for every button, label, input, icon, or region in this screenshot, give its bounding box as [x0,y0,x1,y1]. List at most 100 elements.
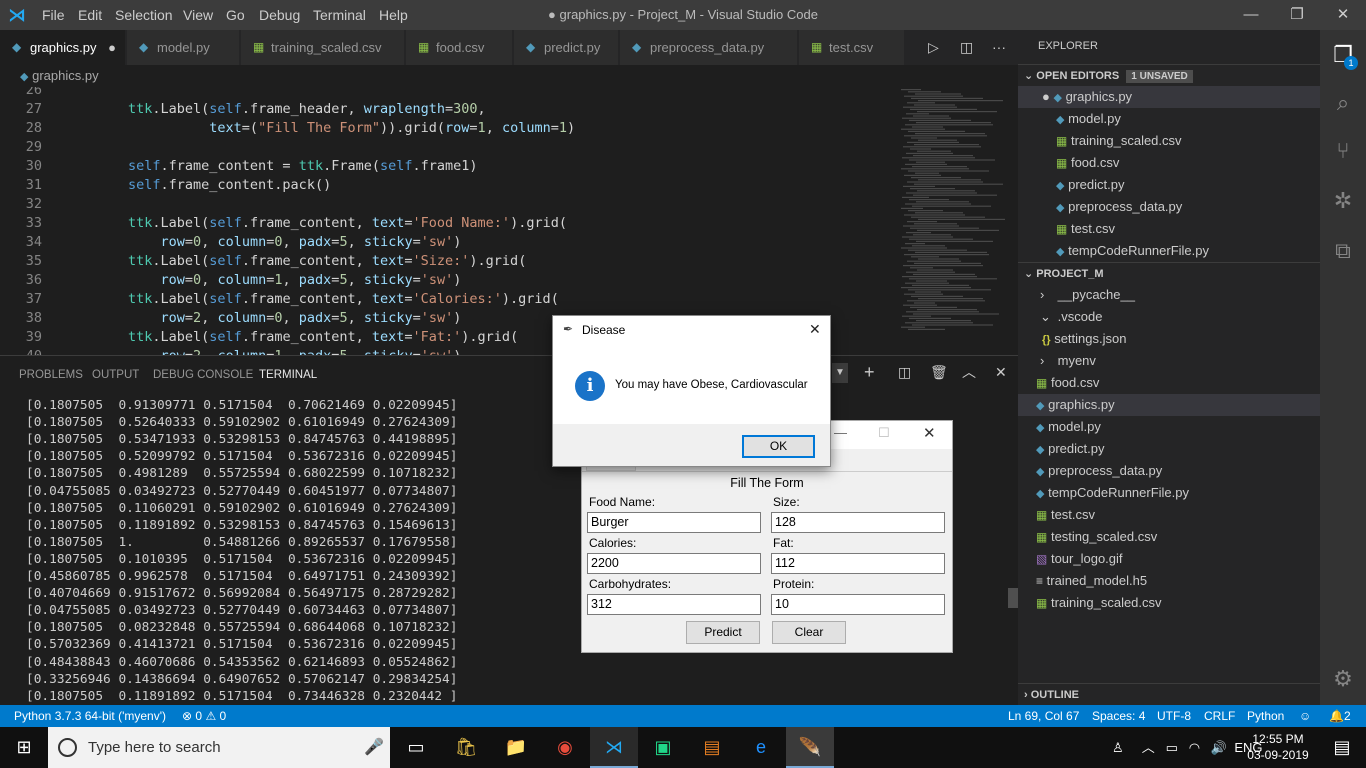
menu-selection[interactable]: Selection [115,0,173,30]
cursor-position[interactable]: Ln 69, Col 67 [1008,705,1079,727]
task-view-icon[interactable]: ▭ [392,727,440,768]
close-panel-icon[interactable]: ✕ [995,364,1007,381]
menu-terminal[interactable]: Terminal [313,0,366,30]
open-editor-preprocess_data-py[interactable]: ◆ preprocess_data.py [1018,196,1320,218]
code-line[interactable]: row=0, column=1, padx=5, sticky='sw') [128,272,462,288]
breadcrumb[interactable]: ◆ graphics.py [0,65,1018,87]
tree-item-testing_scaled-csv[interactable]: ▦ testing_scaled.csv [1018,526,1320,548]
trash-icon[interactable]: 🗑 [930,364,948,381]
clock[interactable]: 12:55 PM 03-09-2019 [1244,731,1312,763]
tree-item-trained_model-h5[interactable]: ≡ trained_model.h5 [1018,570,1320,592]
people-icon[interactable]: ♙ [1112,740,1124,755]
code-line[interactable]: ttk.Label(self.frame_content, text='Size… [128,253,526,269]
tree-item-settings-json[interactable]: {} settings.json [1018,328,1320,350]
open-editor-tempCodeRunnerFile-py[interactable]: ◆ tempCodeRunnerFile.py [1018,240,1320,262]
tree-item-test-csv[interactable]: ▦ test.csv [1018,504,1320,526]
problems-indicator[interactable]: ⊗ 0 ⚠ 0 [182,705,226,727]
action-center-icon[interactable]: ▤ [1318,727,1366,768]
battery-icon[interactable]: ▭ [1166,740,1178,755]
open-editor-graphics-py[interactable]: ● ◆ graphics.py [1018,86,1320,108]
code-line[interactable]: row=2, column=1, padx=5, sticky='sw') [128,348,462,355]
unsaved-dot-icon[interactable]: ● [104,40,116,55]
source-control-icon[interactable]: ⑂ [1320,128,1366,174]
tab-graphics-py[interactable]: ◆ graphics.py ● [0,30,126,65]
tab-model-py[interactable]: ◆ model.py [127,30,240,65]
encoding[interactable]: UTF-8 [1157,705,1191,727]
debug-icon[interactable]: ✲ [1320,178,1366,224]
minimize-button[interactable]: — [1228,0,1274,30]
split-editor-icon[interactable]: ◫ [960,30,973,65]
feedback-smiley-icon[interactable]: ☺ [1299,705,1311,727]
open-editor-predict-py[interactable]: ◆ predict.py [1018,174,1320,196]
ok-button[interactable]: OK [742,435,815,458]
file-explorer-icon[interactable]: 📁 [492,727,540,768]
menu-go[interactable]: Go [226,0,245,30]
more-actions-icon[interactable]: ··· [992,30,1006,65]
size-input[interactable]: 128 [771,512,945,533]
code-line[interactable]: self.frame_content = ttk.Frame(self.fram… [128,158,478,174]
tree-item-preprocess_data-py[interactable]: ◆ preprocess_data.py [1018,460,1320,482]
unsaved-dot-icon[interactable]: ● [1042,89,1050,104]
tree-item-food-csv[interactable]: ▦ food.csv [1018,372,1320,394]
form-minimize-button[interactable]: — [834,425,847,440]
form-maximize-button[interactable]: ☐ [878,425,890,441]
new-terminal-icon[interactable]: + [864,362,875,383]
tree-item-myenv[interactable]: › myenv [1018,350,1320,372]
code-line[interactable]: row=0, column=0, padx=5, sticky='sw') [128,234,462,250]
explorer-icon[interactable]: ❐ [1320,32,1366,78]
windows-start-icon[interactable]: ⊞ [0,727,48,768]
terminal-scrollbar[interactable] [1008,588,1018,608]
open-editors-header[interactable]: ⌄ OPEN EDITORS 1 UNSAVED [1018,64,1320,86]
split-terminal-icon[interactable]: ◫ [898,364,911,381]
code-line[interactable]: ttk.Label(self.frame_content, text='Fat:… [128,329,518,345]
tree-item-model-py[interactable]: ◆ model.py [1018,416,1320,438]
search-icon[interactable]: ⌕ [1320,80,1366,126]
open-editor-test-csv[interactable]: ▦ test.csv [1018,218,1320,240]
panel-tab-output[interactable]: OUTPUT [92,356,139,394]
code-line[interactable]: ttk.Label(self.frame_content, text='Food… [128,215,567,231]
wifi-icon[interactable]: ◠ [1189,740,1200,755]
open-editor-training_scaled-csv[interactable]: ▦ training_scaled.csv [1018,130,1320,152]
project-header[interactable]: ⌄ PROJECT_M [1018,262,1320,284]
menu-file[interactable]: File [42,0,65,30]
open-editor-model-py[interactable]: ◆ model.py [1018,108,1320,130]
store-icon[interactable]: 🛍 [442,727,490,768]
vscode-taskbar-icon[interactable]: ⋊ [590,727,638,768]
notifications[interactable]: 🔔2 [1329,705,1351,727]
taskbar-search[interactable]: Type here to search 🎤 [48,727,390,768]
volume-icon[interactable]: 🔊 [1211,740,1227,755]
outline-header[interactable]: › OUTLINE [1018,683,1320,705]
menu-debug[interactable]: Debug [259,0,300,30]
calories-input[interactable]: 2200 [587,553,761,574]
pycharm-icon[interactable]: ▣ [639,727,687,768]
code-line[interactable]: ttk.Label(self.frame_header, wraplength=… [128,101,486,117]
terminal-select-dropdown[interactable]: ▼ [832,363,848,383]
food-name-input[interactable]: Burger [587,512,761,533]
chrome-icon[interactable]: ◉ [541,727,589,768]
code-line[interactable]: row=2, column=0, padx=5, sticky='sw') [128,310,462,326]
protein-input[interactable]: 10 [771,594,945,615]
carbohydrates-input[interactable]: 312 [587,594,761,615]
tree-item-__pycache__[interactable]: › __pycache__ [1018,284,1320,306]
minimap[interactable] [895,87,1010,355]
tree-item-predict-py[interactable]: ◆ predict.py [1018,438,1320,460]
line-ending[interactable]: CRLF [1204,705,1235,727]
tree-item--vscode[interactable]: ⌄ .vscode [1018,306,1320,328]
extensions-icon[interactable]: ⧉ [1320,228,1366,274]
tab-predict-py[interactable]: ◆ predict.py [514,30,619,65]
tab-preprocess_data-py[interactable]: ◆ preprocess_data.py [620,30,798,65]
code-line[interactable]: text=("Fill The Form")).grid(row=1, colu… [128,120,575,136]
python-interpreter[interactable]: Python 3.7.3 64-bit ('myenv') [14,705,166,727]
maximize-panel-icon[interactable]: ︿ [962,362,976,382]
close-button[interactable]: ✕ [1320,0,1366,30]
panel-tab-debug-console[interactable]: DEBUG CONSOLE [153,356,253,394]
code-line[interactable]: self.frame_content.pack() [128,177,331,193]
tray-chevron-icon[interactable]: ︿ [1142,740,1155,755]
clear-button[interactable]: Clear [772,621,846,644]
run-icon[interactable]: ▷ [928,30,939,65]
open-editor-food-csv[interactable]: ▦ food.csv [1018,152,1320,174]
panel-tab-problems[interactable]: PROBLEMS [19,356,83,394]
menu-view[interactable]: View [183,0,213,30]
code-editor[interactable]: 26 27 ttk.Label(self.frame_header, wraplen… [0,87,1018,355]
tree-item-training_scaled-csv[interactable]: ▦ training_scaled.csv [1018,592,1320,614]
